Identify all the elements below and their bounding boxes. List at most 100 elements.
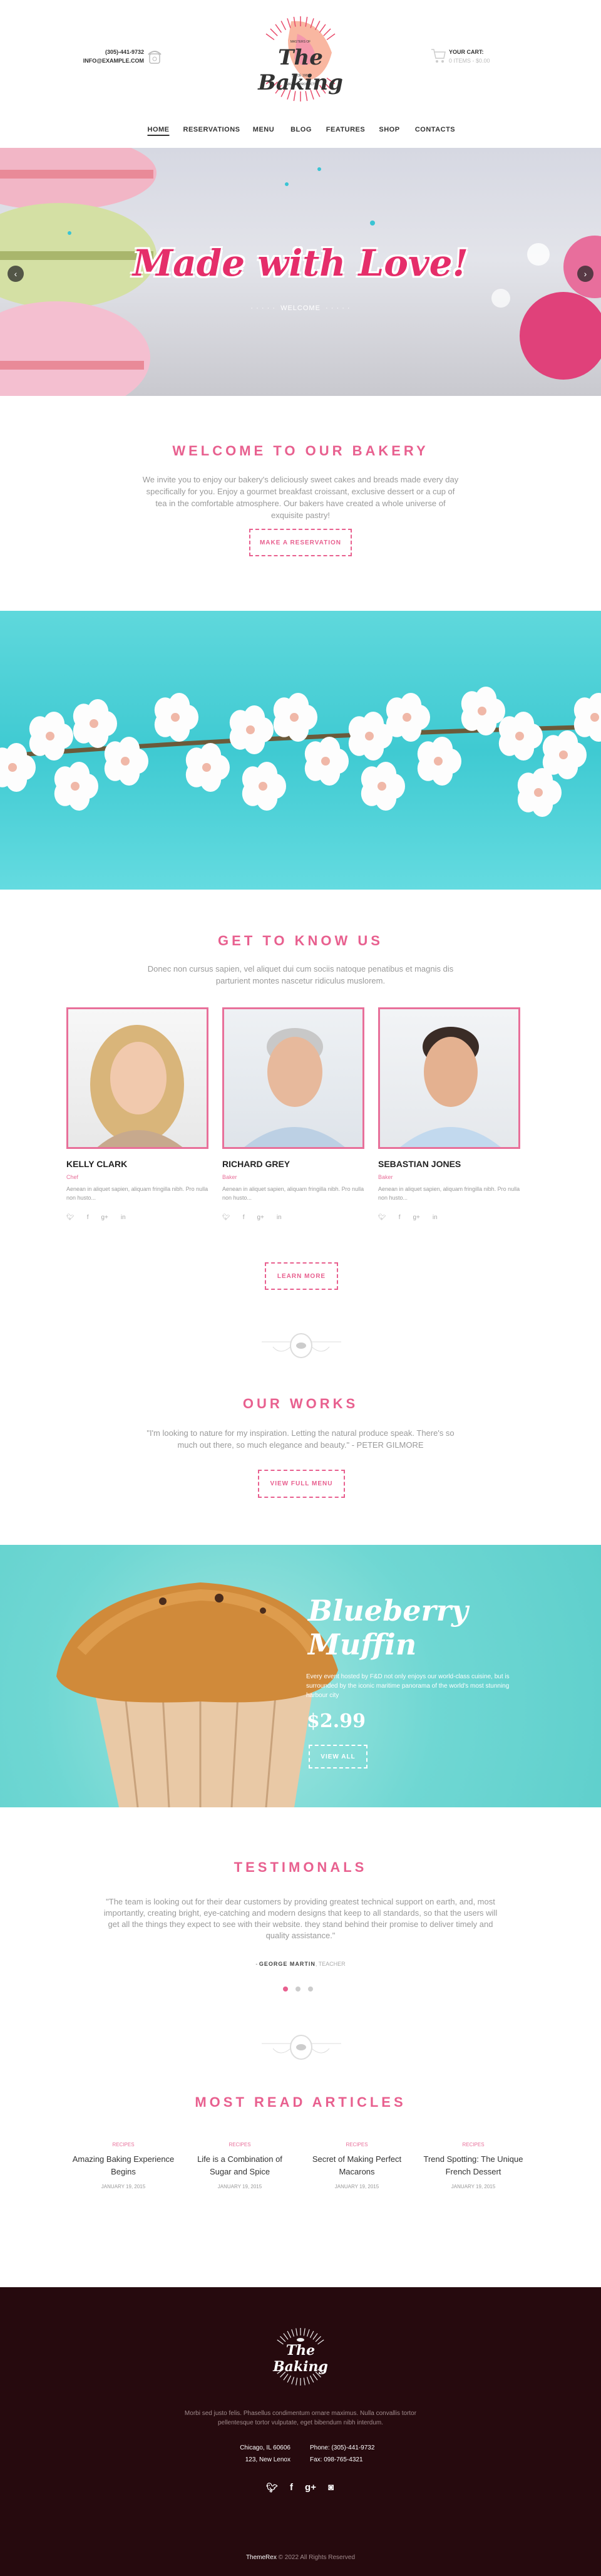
promo-text: Every event hosted by F&D not only enjoy…	[306, 1673, 510, 1699]
works-title: OUR WORKS	[242, 1396, 359, 1411]
nav-menu[interactable]: MENU	[253, 126, 274, 133]
ornament-divider-icon	[262, 2035, 341, 2060]
testimonial-author: GEORGE MARTIN	[259, 1961, 316, 1967]
facebook-icon[interactable]: f	[399, 1214, 401, 1221]
testimonial-author-line: - GEORGE MARTIN, TEACHER	[255, 1961, 346, 1967]
nav-reservations[interactable]: RESERVATIONS	[183, 126, 240, 133]
testimonial-dot-1[interactable]	[283, 1987, 288, 1992]
article-title[interactable]: Trend Spotting: The Unique French Desser…	[420, 2153, 527, 2178]
linkedin-icon[interactable]: in	[277, 1214, 282, 1221]
nav-blog[interactable]: BLOG	[290, 126, 312, 133]
slider-next-arrow-icon[interactable]: ›	[577, 266, 593, 282]
nav-shop[interactable]: SHOP	[379, 126, 399, 133]
header-email[interactable]: INFO@EXAMPLE.COM	[83, 56, 144, 65]
learn-more-button[interactable]: LEARN MORE	[265, 1262, 338, 1290]
linkedin-icon[interactable]: in	[121, 1214, 126, 1221]
member-role: Chef	[66, 1174, 79, 1180]
google-plus-icon[interactable]: g+	[101, 1214, 108, 1221]
works-quote: "I'm looking to nature for my inspiratio…	[146, 1428, 455, 1450]
footer-logo[interactable]: The Baking	[263, 2327, 338, 2386]
make-reservation-button[interactable]: MAKE A RESERVATION	[249, 529, 352, 556]
copyright-brand[interactable]: ThemeRex	[246, 2554, 277, 2561]
hero-slider: Made with Love! · · · · · WELCOME · · · …	[0, 148, 601, 396]
view-full-menu-button[interactable]: VIEW FULL MENU	[258, 1470, 345, 1498]
member-bio: Aenean in aliquet sapien, aliquam fringi…	[222, 1186, 364, 1201]
testimonials-title: TESTIMONALS	[234, 1859, 367, 1875]
cart-items: 0 ITEMS - $0.00	[449, 58, 490, 64]
footer-phone[interactable]: Phone: (305)-441-9732	[310, 2442, 374, 2454]
footer-logo-name: The Baking	[273, 2342, 328, 2375]
instagram-icon[interactable]: ◙	[328, 2482, 334, 2493]
address-line1: Chicago, IL 60606	[240, 2444, 290, 2451]
google-plus-icon[interactable]: g+	[305, 2482, 316, 2493]
facebook-icon[interactable]: f	[87, 1214, 89, 1221]
article-item[interactable]: RECIPES Secret of Making Perfect Macarons…	[304, 2142, 410, 2189]
cart-title: YOUR CART:	[449, 49, 484, 55]
phone-icon	[148, 51, 162, 64]
footer-address: Chicago, IL 60606 123, New Lenox	[240, 2442, 290, 2466]
footer-fax: Fax: 098-765-4321	[310, 2456, 363, 2463]
article-category[interactable]: RECIPES	[187, 2142, 293, 2148]
article-item[interactable]: RECIPES Life is a Combination of Sugar an…	[187, 2142, 293, 2189]
article-title[interactable]: Amazing Baking Experience Begins	[70, 2153, 177, 2178]
article-date: JANUARY 19, 2015	[101, 2184, 146, 2189]
promo-title-line1: Blueberry	[308, 1594, 468, 1628]
article-title[interactable]: Life is a Combination of Sugar and Spice	[187, 2153, 293, 2178]
member-role: Baker	[222, 1174, 237, 1180]
blossom-banner-image	[0, 611, 601, 890]
article-category[interactable]: RECIPES	[70, 2142, 177, 2148]
nav-home[interactable]: HOME	[147, 126, 170, 136]
testimonial-quote: "The team is looking out for their dear …	[103, 1897, 498, 1940]
member-bio: Aenean in aliquet sapien, aliquam fringi…	[66, 1186, 208, 1201]
cart-icon[interactable]	[431, 48, 446, 64]
google-plus-icon[interactable]: g+	[257, 1214, 264, 1221]
twitter-icon[interactable]: 🐦︎	[378, 1214, 386, 1221]
team-photo-kelly	[66, 1007, 208, 1149]
article-item[interactable]: RECIPES Trend Spotting: The Unique French…	[420, 2142, 527, 2189]
hero-subtitle-text: WELCOME	[280, 304, 321, 312]
member-name[interactable]: KELLY CLARK	[66, 1159, 127, 1169]
copyright-text: © 2022 All Rights Reserved	[276, 2554, 356, 2561]
logo-since: SINCE 1983	[292, 74, 309, 78]
testimonial-dot-2[interactable]	[295, 1987, 300, 1992]
testimonial-author-role: , TEACHER	[315, 1961, 346, 1967]
welcome-text: We invite you to enjoy our bakery's deli…	[142, 475, 459, 520]
twitter-icon[interactable]: 🐦︎	[66, 1214, 74, 1221]
facebook-icon[interactable]: f	[243, 1214, 245, 1221]
welcome-title: WELCOME TO OUR BAKERY	[172, 443, 429, 459]
member-name[interactable]: SEBASTIAN JONES	[378, 1159, 461, 1169]
view-all-button[interactable]: VIEW ALL	[309, 1745, 367, 1768]
logo-top-text: MASTERS OF	[290, 40, 311, 44]
logo-name: The Baking	[258, 45, 343, 95]
article-date: JANUARY 19, 2015	[334, 2184, 379, 2189]
promo-price: $2.99	[307, 1710, 366, 1732]
promo-banner: Blueberry Muffin Every event hosted by F&…	[0, 1545, 601, 1807]
twitter-icon[interactable]: 🐦︎	[222, 1214, 230, 1221]
article-date: JANUARY 19, 2015	[451, 2184, 496, 2189]
member-role: Baker	[378, 1174, 393, 1180]
nav-contacts[interactable]: CONTACTS	[415, 126, 455, 133]
linkedin-icon[interactable]: in	[433, 1214, 438, 1221]
article-category[interactable]: RECIPES	[420, 2142, 527, 2148]
cart-summary[interactable]: YOUR CART: 0 ITEMS - $0.00	[449, 48, 490, 65]
member-bio: Aenean in aliquet sapien, aliquam fringi…	[378, 1186, 520, 1201]
header-phone[interactable]: (305)-441-9732	[83, 48, 144, 56]
member-social-links: 🐦︎ f g+ in	[222, 1214, 282, 1221]
address-line2: 123, New Lenox	[245, 2456, 290, 2463]
member-name[interactable]: RICHARD GREY	[222, 1159, 290, 1169]
google-plus-icon[interactable]: g+	[413, 1214, 419, 1221]
testimonial-dot-3[interactable]	[308, 1987, 313, 1992]
team-title: GET TO KNOW US	[218, 933, 383, 948]
article-category[interactable]: RECIPES	[304, 2142, 410, 2148]
article-item[interactable]: RECIPES Amazing Baking Experience Begins J…	[70, 2142, 177, 2189]
logo-tagline: AMAZING PRODUCTS	[284, 83, 317, 86]
logo[interactable]: MASTERS OF The Baking SINCE 1983 AMAZING…	[238, 15, 363, 103]
ornament-divider-icon	[262, 1333, 341, 1358]
facebook-icon[interactable]: f	[290, 2482, 293, 2493]
article-title[interactable]: Secret of Making Perfect Macarons	[304, 2153, 410, 2178]
footer: The Baking Morbi sed justo felis. Phasel…	[0, 2287, 601, 2576]
team-photo-sebastian	[378, 1007, 520, 1149]
slider-prev-arrow-icon[interactable]: ‹	[8, 266, 24, 282]
twitter-icon[interactable]: 🐦︎	[266, 2482, 278, 2493]
nav-features[interactable]: FEATURES	[326, 126, 365, 133]
